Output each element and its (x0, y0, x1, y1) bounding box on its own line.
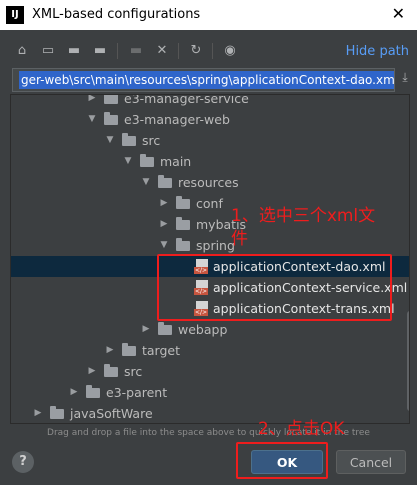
tree-row-label: webapp (178, 322, 228, 337)
ok-highlight-box (236, 442, 328, 479)
refresh-icon[interactable]: ↻ (187, 42, 205, 60)
tree-scrollbar[interactable] (407, 311, 409, 411)
collapse-arrow-icon[interactable]: ▼ (105, 130, 115, 151)
drag-drop-hint: Drag and drop a file into the space abov… (47, 428, 370, 438)
path-text: ger-web\src\main\resources\spring\applic… (19, 71, 394, 89)
folder-icon (104, 364, 118, 377)
expand-arrow-icon[interactable]: ▶ (159, 193, 169, 214)
help-button[interactable]: ? (12, 451, 34, 473)
folder-icon (176, 238, 190, 251)
tree-row[interactable]: ▶ javaSoftWare (11, 403, 409, 423)
collapse-arrow-icon[interactable]: ▼ (87, 109, 97, 130)
tree-row-label: resources (178, 175, 239, 190)
tree-row[interactable]: ▶ target (11, 340, 409, 361)
move-icon: ▬ (129, 43, 143, 58)
tree-row[interactable]: ▶ e3-parent (11, 382, 409, 403)
annotation-step2: 2、点击OK (258, 419, 345, 439)
folder-icon (86, 385, 100, 398)
tree-row[interactable]: ▼ main (11, 151, 409, 172)
delete-icon[interactable]: ✕ (153, 42, 171, 60)
tree-row-label: e3-parent (106, 385, 168, 400)
tree-row[interactable]: ▼ spring (11, 235, 409, 256)
expand-arrow-icon[interactable]: ▶ (87, 95, 97, 109)
annotation-step1-cont: 件 (231, 229, 248, 249)
expand-arrow-icon[interactable]: ▶ (159, 214, 169, 235)
expand-arrow-icon[interactable]: ▶ (87, 361, 97, 382)
new-folder-icon[interactable]: ▬ (91, 42, 109, 60)
tree-row-label: e3-manager-service (124, 94, 249, 106)
show-hidden-icon[interactable]: ◉ (221, 42, 239, 60)
download-icon[interactable]: ⤓ (398, 70, 412, 88)
annotation-step1: 1、选中三个xml文 (231, 206, 376, 226)
expand-arrow-icon[interactable]: ▶ (33, 403, 43, 423)
desktop-icon[interactable]: ▭ (39, 42, 57, 60)
tree-row[interactable]: ▶ e3-manager-service (11, 94, 409, 109)
close-icon[interactable]: ✕ (392, 4, 405, 23)
folder-icon (104, 112, 118, 125)
tree-row-label: src (124, 364, 143, 379)
folder-icon[interactable]: ▬ (65, 42, 83, 60)
toolbar-separator (212, 43, 213, 59)
tree-row-label: src (142, 133, 161, 148)
folder-icon (104, 95, 118, 104)
intellij-icon: IJ (6, 6, 24, 24)
hide-path-link[interactable]: Hide path (346, 44, 409, 59)
folder-icon (140, 154, 154, 167)
path-input[interactable]: ger-web\src\main\resources\spring\applic… (12, 68, 395, 92)
collapse-arrow-icon[interactable]: ▼ (159, 235, 169, 256)
expand-arrow-icon[interactable]: ▶ (105, 340, 115, 361)
folder-icon (176, 196, 190, 209)
tree-row[interactable]: ▼ e3-manager-web (11, 109, 409, 130)
folder-icon (122, 133, 136, 146)
tree-row[interactable]: ▶ webapp (11, 319, 409, 340)
folder-icon (158, 175, 172, 188)
tree-row-label: e3-manager-web (124, 112, 230, 127)
collapse-arrow-icon[interactable]: ▼ (141, 172, 151, 193)
xml-files-highlight-box (157, 254, 392, 321)
window-title: XML-based configurations (32, 7, 201, 22)
expand-arrow-icon[interactable]: ▶ (141, 319, 151, 340)
tree-row-label: javaSoftWare (70, 406, 153, 421)
toolbar-separator (117, 43, 118, 59)
tree-row[interactable]: ▼ resources (11, 172, 409, 193)
tree-row-label: spring (196, 238, 235, 253)
path-row: ger-web\src\main\resources\spring\applic… (10, 66, 410, 94)
toolbar-separator (178, 43, 179, 59)
tree-row-label: target (142, 343, 181, 358)
tree-row-label: main (160, 154, 192, 169)
tree-row[interactable]: ▶ src (11, 361, 409, 382)
tree-row[interactable]: ▼ src (11, 130, 409, 151)
title-bar: IJ XML-based configurations ✕ (0, 0, 417, 30)
folder-icon (50, 406, 64, 419)
cancel-button[interactable]: Cancel (336, 450, 406, 474)
collapse-arrow-icon[interactable]: ▼ (123, 151, 133, 172)
folder-icon (158, 322, 172, 335)
tree-row-label: conf (196, 196, 223, 211)
folder-icon (176, 217, 190, 230)
folder-icon (122, 343, 136, 356)
home-icon[interactable]: ⌂ (13, 42, 31, 60)
expand-arrow-icon[interactable]: ▶ (69, 382, 79, 403)
